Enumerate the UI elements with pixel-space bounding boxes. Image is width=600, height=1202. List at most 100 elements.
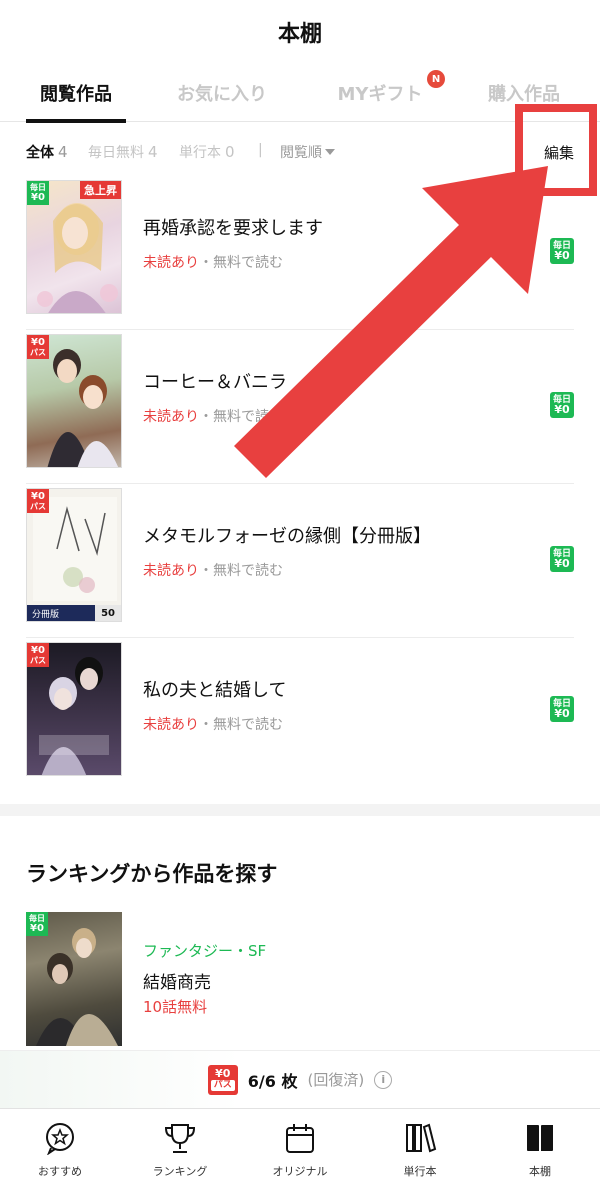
filter-label: 全体	[26, 145, 54, 161]
badge-bottom: パス	[30, 502, 46, 511]
book-cover: ¥0 パス	[26, 642, 122, 776]
unread-label: 未読あり	[143, 409, 199, 425]
daily-free-side-badge: 毎日 ¥0	[550, 546, 574, 572]
badge-bottom: ¥0	[554, 249, 570, 262]
unread-label: 未読あり	[143, 717, 199, 733]
filter-count: 4	[58, 143, 68, 161]
nav-bookshelf[interactable]: 本棚	[480, 1109, 600, 1202]
new-badge: N	[427, 70, 445, 88]
books-icon	[406, 1123, 437, 1153]
nav-label: 単行本	[403, 1165, 437, 1178]
badge-top: ¥0	[31, 645, 45, 656]
filter-volume[interactable]: 単行本 0	[179, 142, 235, 162]
badge-top: ¥0	[31, 491, 45, 502]
genre-label: ファンタジー・SF	[143, 942, 267, 960]
app-header: 本棚	[0, 0, 600, 64]
tab-my-gift[interactable]: MYギフト	[320, 64, 440, 122]
bottom-navigation: おすすめ ランキング オリジナル 単行本 本棚	[0, 1108, 600, 1202]
book-title: 再婚承認を要求します	[143, 218, 323, 239]
tab-label: MYギフト	[337, 84, 423, 105]
free-read-label: ・無料で読む	[199, 409, 283, 425]
ranking-item[interactable]: 毎日 ¥0 ファンタジー・SF 結婚商売 10話無料	[0, 908, 600, 1048]
pass-badge: ¥0 パス	[27, 643, 49, 667]
page-title: 本棚	[277, 22, 322, 47]
book-status: 未読あり・無料で読む	[143, 252, 283, 272]
daily-free-side-badge: 毎日 ¥0	[550, 392, 574, 418]
caret-down-icon	[325, 149, 335, 155]
tab-label: 購入作品	[488, 84, 560, 105]
free-read-label: ・無料で読む	[199, 255, 283, 271]
book-item[interactable]: 毎日 ¥0 急上昇 再婚承認を要求します 未読あり・無料で読む 毎日 ¥0	[0, 176, 600, 330]
daily-free-side-badge: 毎日 ¥0	[550, 696, 574, 722]
book-status: 未読あり・無料で読む	[143, 714, 283, 734]
yen-pass-icon: ¥0 パス	[207, 1064, 238, 1095]
nav-label: おすすめ	[38, 1165, 82, 1178]
tab-favorites[interactable]: お気に入り	[160, 64, 284, 122]
book-cover: ¥0 パス	[26, 334, 122, 468]
volume-number: 50	[95, 605, 121, 621]
pass-badge: ¥0 パス	[27, 335, 49, 359]
filter-label: 単行本	[179, 145, 221, 161]
star-bubble-icon	[46, 1123, 74, 1155]
filter-all[interactable]: 全体 4	[26, 142, 68, 162]
badge-bottom: ¥0	[30, 923, 44, 934]
book-item[interactable]: ¥0 パス コーヒー＆バニラ 未読あり・無料で読む 毎日 ¥0	[0, 330, 600, 484]
nav-label: ランキング	[152, 1165, 208, 1178]
badge-bottom: ¥0	[31, 192, 45, 203]
free-read-label: ・無料で読む	[199, 563, 283, 579]
nav-original[interactable]: オリジナル	[240, 1109, 360, 1202]
sort-dropdown[interactable]: 閲覧順	[280, 142, 335, 162]
edition-label: 分冊版	[32, 609, 60, 620]
book-status: 未読あり・無料で読む	[143, 406, 283, 426]
nav-ranking[interactable]: ランキング	[120, 1109, 240, 1202]
filter-label: 毎日無料	[88, 145, 144, 161]
bookshelf-tabs: 閲覧作品 お気に入り MYギフト N 購入作品	[0, 64, 600, 123]
daily-free-badge: 毎日 ¥0	[27, 181, 49, 205]
book-title: コーヒー＆バニラ	[143, 372, 287, 393]
nav-recommended[interactable]: おすすめ	[0, 1109, 120, 1202]
badge-bottom: パス	[30, 656, 46, 665]
tab-label: 閲覧作品	[40, 84, 112, 105]
pass-recovery-note: (回復済)	[307, 1071, 365, 1089]
pass-badge: ¥0 パス	[27, 489, 49, 513]
calendar-icon	[286, 1124, 314, 1153]
free-episodes-label: 10話無料	[143, 998, 208, 1016]
badge-top: ¥0	[31, 337, 45, 348]
filter-bar: 全体 4 毎日無料 4 単行本 0 | 閲覧順 編集	[0, 136, 600, 168]
book-item[interactable]: ¥0 パス 私の夫と結婚して 未読あり・無料で読む 毎日 ¥0	[0, 638, 600, 792]
tab-viewed[interactable]: 閲覧作品	[26, 64, 126, 123]
highlight-box	[515, 104, 597, 196]
ranking-section-title: ランキングから作品を探す	[26, 862, 278, 886]
rising-tag: 急上昇	[80, 181, 121, 199]
logo-bottom: パス	[210, 1079, 235, 1091]
book-item[interactable]: ¥0 パス 分冊版 50 メタモルフォーゼの縁側【分冊版】 未読あり・無料で読む 毎…	[0, 484, 600, 638]
pass-status-bar[interactable]: ¥0 パス 6/6 枚 (回復済) i	[0, 1050, 600, 1108]
sort-label: 閲覧順	[280, 145, 322, 161]
book-cover: 毎日 ¥0	[26, 912, 122, 1046]
tab-label: お気に入り	[177, 84, 267, 105]
book-title: 結婚商売	[143, 973, 211, 993]
daily-free-badge: 毎日 ¥0	[26, 912, 48, 936]
book-cover: 毎日 ¥0 急上昇	[26, 180, 122, 314]
badge-top: 毎日	[30, 183, 46, 192]
badge-bottom: ¥0	[554, 403, 570, 416]
free-read-label: ・無料で読む	[199, 717, 283, 733]
nav-label: 本棚	[529, 1165, 551, 1178]
nav-volumes[interactable]: 単行本	[360, 1109, 480, 1202]
pass-count: 6/6 枚	[247, 1071, 298, 1091]
info-icon[interactable]: i	[374, 1070, 393, 1089]
badge-bottom: パス	[30, 348, 46, 357]
book-cover: ¥0 パス 分冊版 50	[26, 488, 122, 622]
unread-label: 未読あり	[143, 563, 199, 579]
unread-label: 未読あり	[143, 255, 199, 271]
book-title: 私の夫と結婚して	[143, 680, 287, 701]
filter-separator: |	[258, 142, 263, 158]
section-divider	[0, 804, 600, 816]
filter-count: 0	[225, 143, 235, 161]
filter-daily-free[interactable]: 毎日無料 4	[88, 142, 158, 162]
badge-top: 毎日	[29, 914, 45, 923]
filter-count: 4	[148, 143, 158, 161]
daily-free-side-badge: 毎日 ¥0	[550, 238, 574, 264]
badge-bottom: ¥0	[554, 707, 570, 720]
bookshelf-icon	[527, 1125, 553, 1151]
